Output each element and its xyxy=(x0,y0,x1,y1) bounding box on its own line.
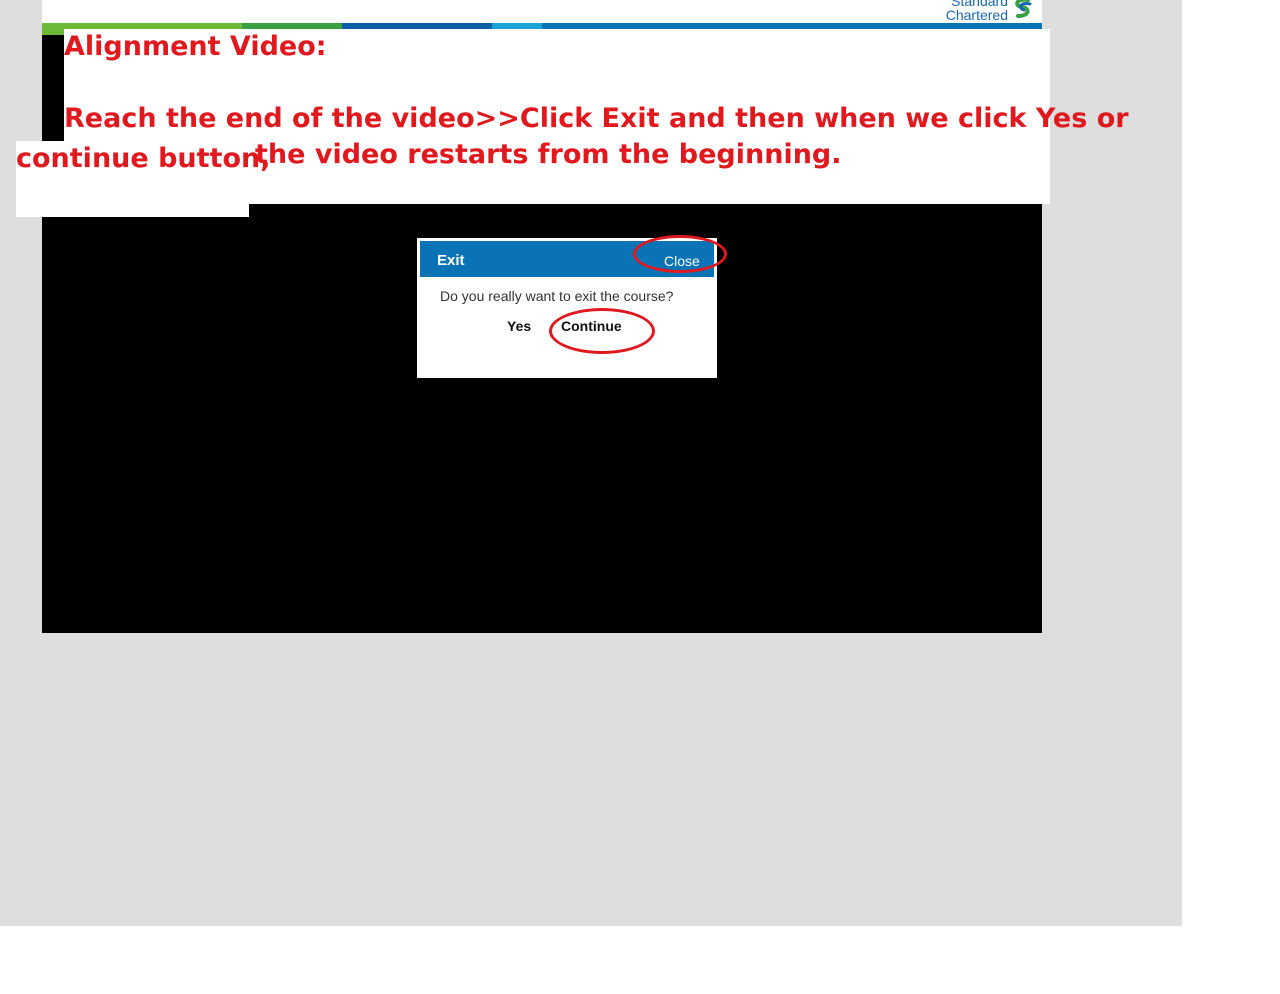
annotation-circle xyxy=(549,308,655,354)
standard-chartered-logo: Standard Chartered xyxy=(946,0,1034,22)
logo-mark-icon xyxy=(1015,0,1032,18)
annotation-line2a: continue button, xyxy=(16,143,271,174)
annotation-line1: Reach the end of the video>>Click Exit a… xyxy=(64,103,1129,134)
annotation-title: Alignment Video: xyxy=(64,31,327,62)
logo-text-line2: Chartered xyxy=(945,7,1008,23)
annotation-circle xyxy=(633,235,727,273)
player-edge xyxy=(42,35,64,141)
yes-button[interactable]: Yes xyxy=(507,318,531,334)
annotation-line2b: the video restarts from the beginning. xyxy=(255,139,842,170)
dialog-message: Do you really want to exit the course? xyxy=(440,288,674,304)
course-header: Standard Chartered xyxy=(42,0,1042,23)
dialog-title: Exit xyxy=(437,252,465,269)
